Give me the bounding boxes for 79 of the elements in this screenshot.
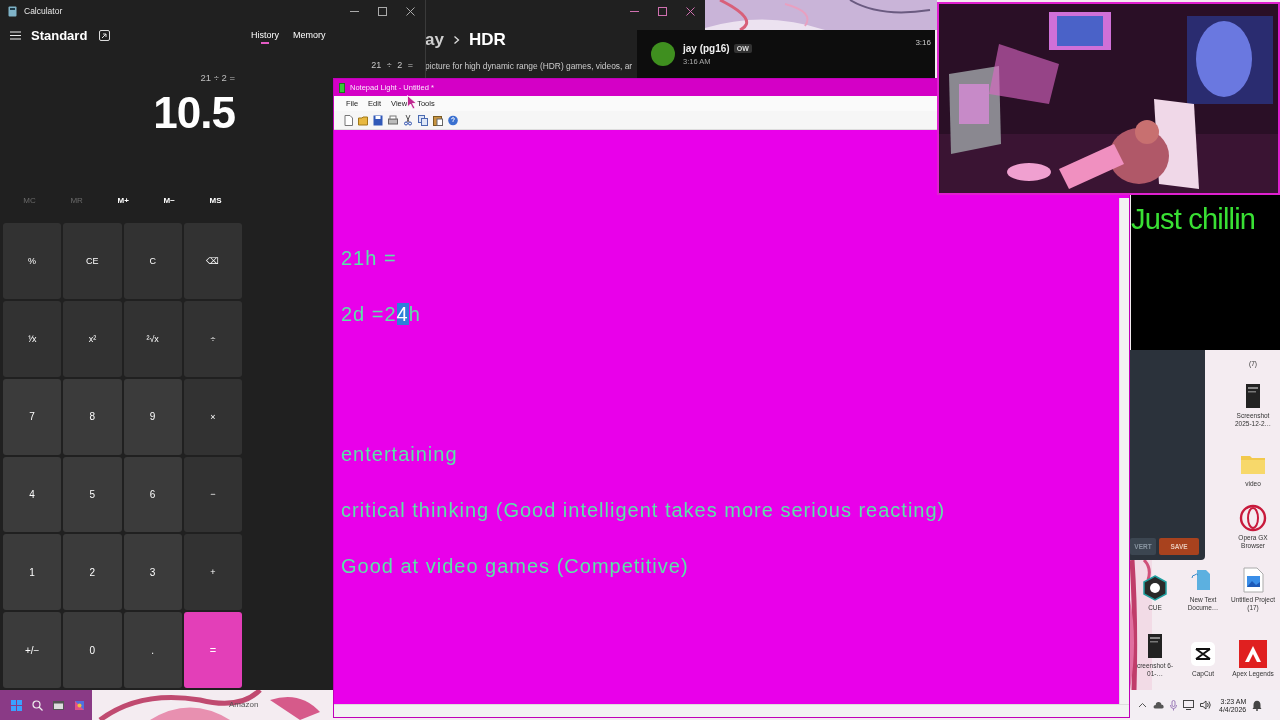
- horizontal-scrollbar[interactable]: [334, 704, 1129, 717]
- keypad-key[interactable]: CE: [63, 223, 122, 299]
- apex-icon[interactable]: [1239, 640, 1267, 668]
- breadcrumb-item[interactable]: HDR: [468, 30, 506, 50]
- keypad-key[interactable]: 3: [123, 534, 182, 611]
- save-icon[interactable]: [373, 114, 383, 126]
- keypad-key[interactable]: ⅟x: [3, 300, 62, 377]
- notification-bell-icon[interactable]: [1252, 699, 1263, 711]
- sender-name: jay (pg16): [683, 42, 730, 54]
- result-display: 10.5: [153, 88, 235, 138]
- keypad-key[interactable]: .: [123, 612, 182, 688]
- timestamp: 3:16: [915, 38, 931, 47]
- mode-title: Standard: [31, 27, 88, 43]
- keypad-key[interactable]: 0: [63, 612, 122, 688]
- memory-button[interactable]: M+: [111, 191, 135, 209]
- keypad-key[interactable]: 5: [63, 456, 122, 533]
- keypad-key[interactable]: %: [3, 223, 62, 299]
- menu-icon[interactable]: [10, 30, 21, 40]
- windows-start-icon[interactable]: [11, 699, 22, 711]
- keypad-key[interactable]: C: [123, 223, 182, 299]
- hexagon-icon[interactable]: [1141, 574, 1169, 602]
- chevron-up-icon[interactable]: [1138, 702, 1147, 708]
- keypad-key[interactable]: 1: [3, 534, 62, 611]
- calculator-icon: [8, 5, 17, 17]
- keypad-key[interactable]: x²: [63, 300, 122, 377]
- chevron-right-icon: [452, 35, 460, 45]
- maximize-icon[interactable]: [378, 6, 387, 16]
- keypad-key[interactable]: +: [183, 534, 242, 611]
- help-icon[interactable]: [448, 114, 458, 126]
- ring-icon[interactable]: [1239, 504, 1267, 532]
- overlay-caption: Just chillin: [1131, 203, 1256, 236]
- display-icon[interactable]: [1183, 700, 1194, 710]
- keypad-key[interactable]: ²√x: [123, 300, 182, 377]
- cut-icon[interactable]: [403, 114, 413, 126]
- close-icon[interactable]: [686, 6, 695, 16]
- task-view-icon[interactable]: [53, 699, 64, 711]
- memory-button[interactable]: MS: [203, 191, 228, 209]
- close-icon[interactable]: [406, 6, 415, 16]
- print-icon[interactable]: [388, 114, 398, 126]
- keypad-key[interactable]: 2: [63, 534, 122, 611]
- copy-icon[interactable]: [418, 114, 428, 126]
- description-text: picture for high dynamic range (HDR) games, videos, ar: [425, 61, 633, 71]
- speaker-icon[interactable]: [1200, 700, 1211, 710]
- expression-text: 21 ÷ 2 =: [200, 72, 235, 83]
- avatar-icon: [651, 42, 675, 66]
- history-entry[interactable]: 21 ÷ 2 =: [371, 60, 425, 70]
- keypad-key[interactable]: 6: [123, 456, 182, 533]
- text-line: 21h =: [341, 246, 397, 271]
- keypad-key[interactable]: ×: [183, 378, 242, 455]
- text-line: 2d =24h: [341, 302, 421, 327]
- search-icon[interactable]: [32, 699, 43, 711]
- cloud-icon[interactable]: [1153, 701, 1164, 709]
- open-folder-icon[interactable]: [358, 114, 368, 126]
- desktop-icon-label[interactable]: Amazon: [229, 700, 259, 709]
- text-line: entertaining: [341, 442, 458, 467]
- keypad-key[interactable]: 8: [63, 378, 122, 455]
- keypad-key[interactable]: +/−: [3, 612, 62, 688]
- paste-icon[interactable]: [433, 114, 443, 126]
- app-icon[interactable]: [74, 699, 85, 711]
- breadcrumb-item[interactable]: ay: [425, 30, 444, 50]
- keypad-key[interactable]: =: [183, 612, 242, 688]
- keypad-key[interactable]: 7: [3, 378, 62, 455]
- panel-tab[interactable]: Memory: [293, 26, 326, 44]
- capcut-icon[interactable]: [1189, 640, 1217, 668]
- new-file-icon[interactable]: [343, 114, 353, 126]
- maximize-icon[interactable]: [658, 6, 667, 16]
- vertical-scrollbar[interactable]: [1119, 198, 1129, 704]
- text-line: Good at video games (Competitive): [341, 554, 689, 579]
- keypad-key[interactable]: 4: [3, 456, 62, 533]
- keypad-key[interactable]: 9: [123, 378, 182, 455]
- memory-button[interactable]: M−: [157, 191, 181, 209]
- keypad-key[interactable]: ⌫: [183, 223, 242, 299]
- keep-on-top-icon[interactable]: [99, 29, 111, 41]
- text-line: critical thinking (Good intelligent takes more serious reacting): [341, 498, 946, 523]
- microphone-icon[interactable]: [1170, 699, 1177, 711]
- keypad-key[interactable]: −: [183, 456, 242, 533]
- keypad-key[interactable]: ÷: [183, 300, 242, 377]
- window-title: Calculator: [24, 6, 63, 16]
- notepad-icon: [339, 82, 345, 93]
